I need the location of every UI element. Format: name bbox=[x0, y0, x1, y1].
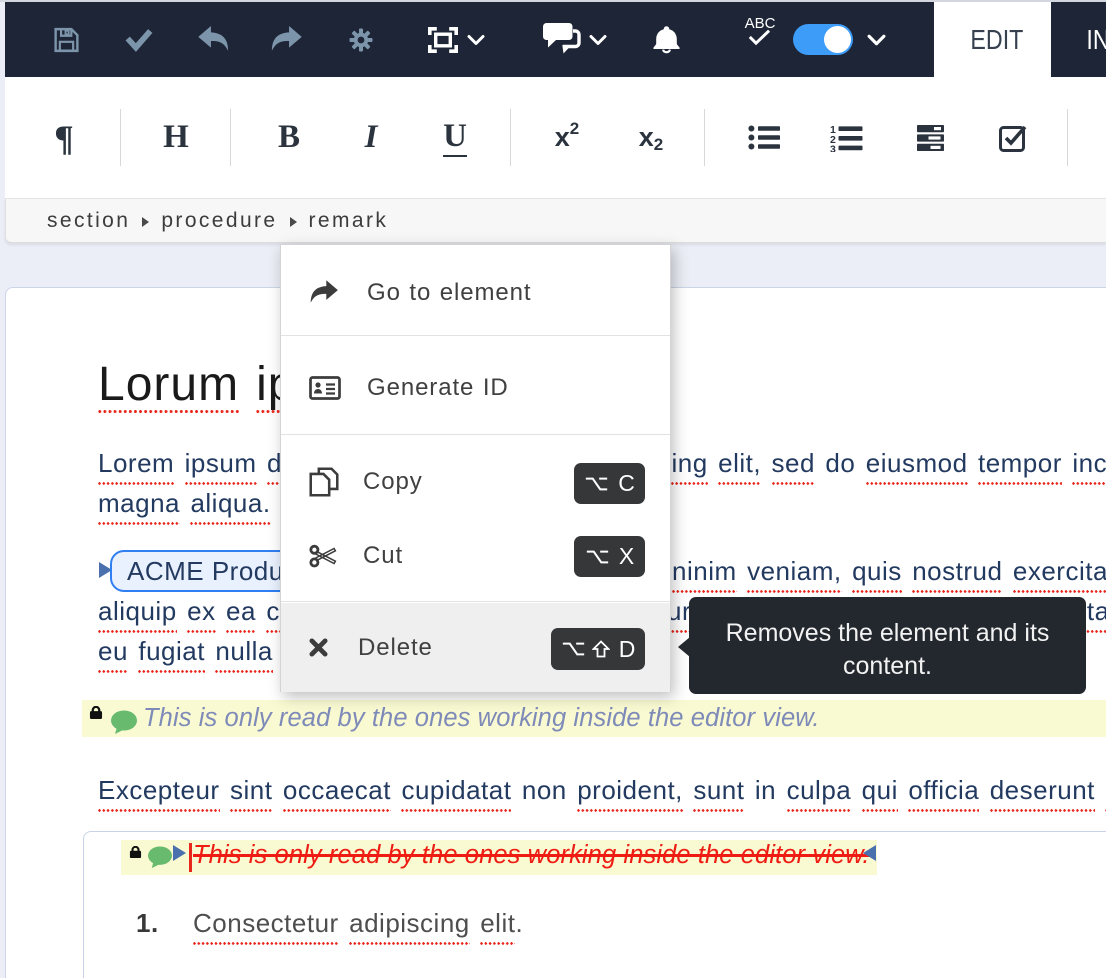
svg-text:3: 3 bbox=[830, 143, 836, 152]
